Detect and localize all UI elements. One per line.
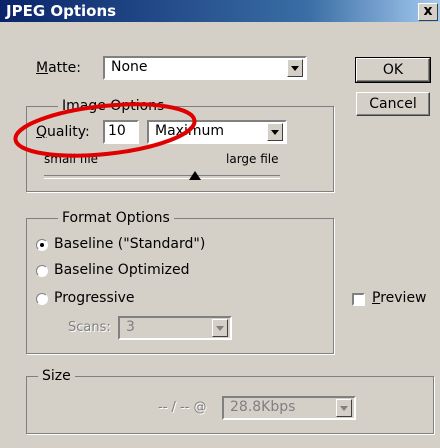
ok-button[interactable]: OK bbox=[355, 57, 431, 83]
slider-max-label: large file bbox=[226, 152, 279, 166]
chevron-down-icon bbox=[291, 66, 299, 71]
radio-label: Baseline Optimized bbox=[54, 262, 190, 278]
chevron-down-icon bbox=[271, 130, 279, 135]
quality-preset-dropdown-button[interactable] bbox=[267, 123, 283, 141]
radio-button[interactable] bbox=[36, 293, 48, 305]
radio-button[interactable] bbox=[36, 239, 48, 251]
matte-select-value: None bbox=[111, 59, 148, 75]
radio-label: Progressive bbox=[54, 290, 135, 306]
chevron-down-icon bbox=[340, 406, 348, 411]
window-title: JPEG Options bbox=[6, 2, 117, 20]
format-options-title: Format Options bbox=[58, 210, 174, 226]
checkbox-box[interactable] bbox=[352, 293, 365, 306]
speed-select[interactable]: 28.8Kbps bbox=[222, 396, 356, 420]
quality-slider[interactable] bbox=[44, 170, 280, 184]
size-estimate: -- / -- @ bbox=[158, 400, 207, 415]
quality-slider-thumb[interactable] bbox=[189, 171, 202, 180]
size-title: Size bbox=[38, 368, 75, 384]
radio-button[interactable] bbox=[36, 265, 48, 277]
scans-dropdown-button[interactable] bbox=[212, 319, 228, 337]
matte-select[interactable]: None bbox=[103, 56, 307, 80]
matte-label: Matte: bbox=[36, 60, 81, 76]
scans-select-value: 3 bbox=[126, 319, 135, 335]
matte-dropdown-button[interactable] bbox=[287, 59, 303, 77]
quality-slider-track bbox=[44, 175, 280, 179]
scans-label: Scans: bbox=[68, 320, 111, 335]
close-button[interactable]: x bbox=[418, 3, 438, 21]
chevron-down-icon bbox=[216, 326, 224, 331]
radio-label: Baseline ("Standard") bbox=[54, 236, 206, 252]
close-icon: x bbox=[423, 3, 433, 19]
scans-select[interactable]: 3 bbox=[118, 316, 232, 340]
speed-select-value: 28.8Kbps bbox=[230, 399, 296, 415]
cancel-button[interactable]: Cancel bbox=[356, 92, 430, 116]
annotation-ellipse bbox=[13, 102, 197, 158]
preview-label: Preview bbox=[372, 290, 427, 306]
speed-dropdown-button[interactable] bbox=[336, 399, 352, 417]
